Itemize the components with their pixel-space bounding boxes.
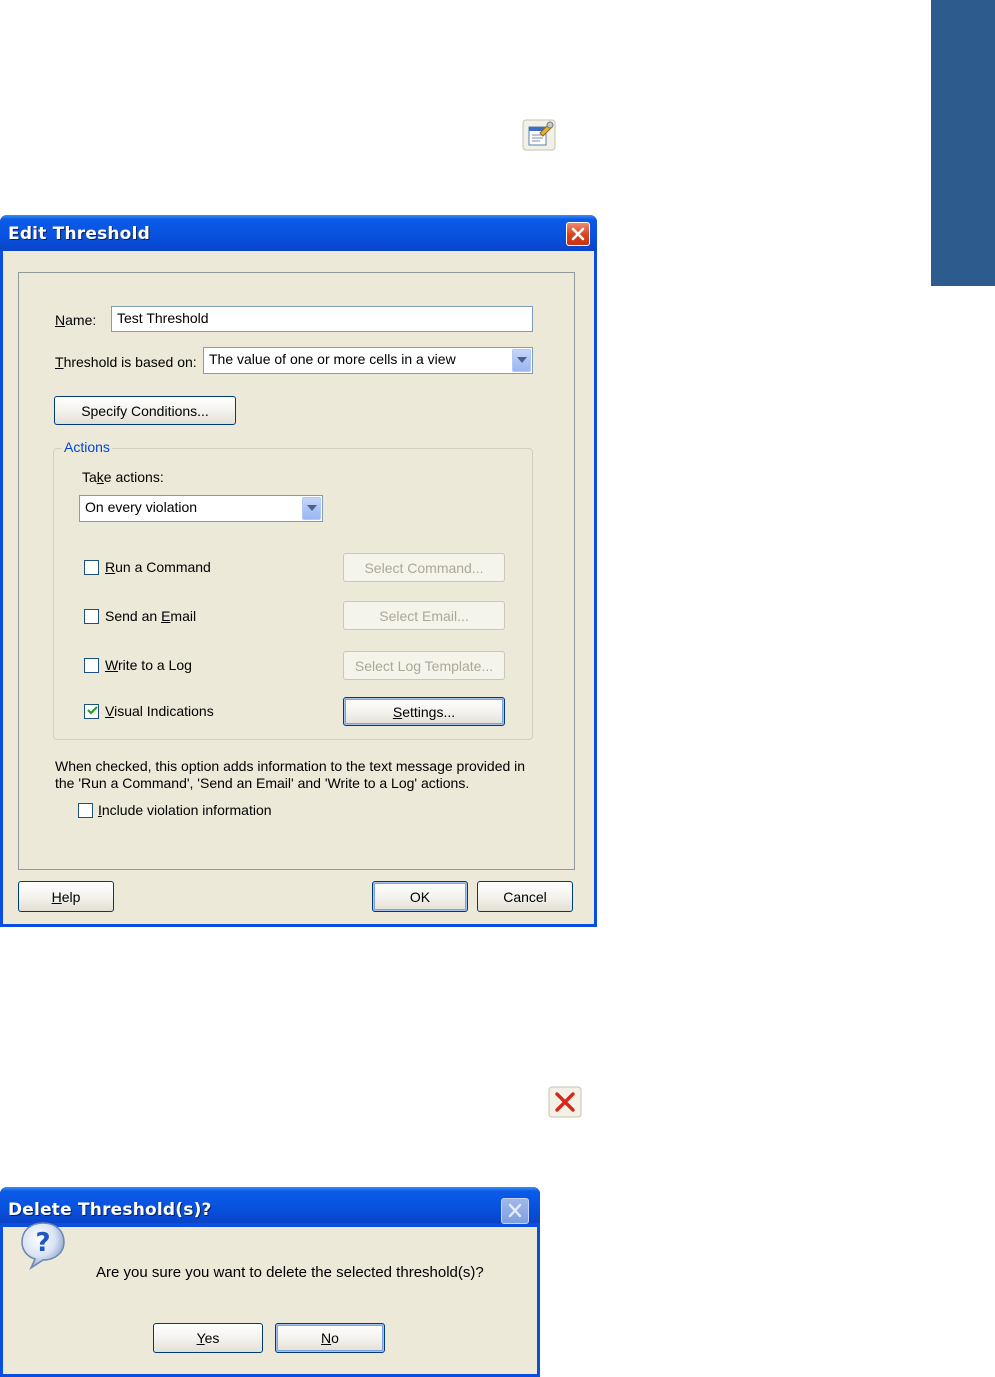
based-on-select[interactable]: The value of one or more cells in a view (203, 347, 533, 374)
name-field[interactable]: Test Threshold (111, 306, 533, 332)
checkmark-icon (87, 706, 98, 715)
select-email-button[interactable]: Select Email... (343, 601, 505, 630)
delete-x-icon (548, 1086, 582, 1118)
send-email-label: Send an Email (105, 608, 197, 624)
include-violation-checkbox[interactable] (78, 803, 93, 818)
take-actions-label: Take actions: (82, 469, 164, 485)
visual-indications-label: Visual Indications (105, 703, 214, 719)
yes-label: Yes (196, 1330, 220, 1346)
delete-threshold-client: Are you sure you want to delete the sele… (3, 1227, 537, 1374)
actions-legend: Actions (62, 439, 112, 455)
select-log-template-label: Select Log Template... (354, 657, 494, 674)
properties-icon (522, 119, 556, 151)
ok-button[interactable]: OK (372, 881, 468, 912)
run-command-label: Run a Command (105, 559, 211, 575)
settings-label: Settings... (392, 703, 456, 720)
question-icon: ? (21, 1222, 65, 1271)
write-log-checkbox[interactable] (84, 658, 99, 673)
edit-threshold-client: Name: Test Threshold Threshold is based … (3, 251, 594, 924)
take-actions-select[interactable]: On every violation (79, 495, 323, 522)
cancel-button[interactable]: Cancel (477, 881, 573, 912)
edit-threshold-title: Edit Threshold (8, 224, 150, 244)
take-actions-value: On every violation (85, 499, 198, 515)
select-log-template-button[interactable]: Select Log Template... (343, 651, 505, 680)
close-button[interactable] (566, 222, 590, 246)
edit-threshold-dialog: Edit Threshold Name: Test Threshold Thre… (0, 215, 597, 927)
close-icon (508, 1203, 522, 1218)
send-email-checkbox[interactable] (84, 609, 99, 624)
close-button[interactable] (501, 1198, 529, 1224)
settings-button[interactable]: Settings... (343, 697, 505, 726)
visual-indications-checkbox[interactable] (84, 704, 99, 719)
chevron-down-icon[interactable] (302, 497, 321, 520)
svg-text:?: ? (35, 1228, 50, 1258)
select-command-label: Select Command... (364, 559, 484, 576)
edit-threshold-titlebar[interactable]: Edit Threshold (0, 215, 597, 251)
no-label: No (321, 1330, 339, 1346)
info-text-line-1: When checked, this option adds informati… (55, 758, 526, 774)
name-label: Name: (55, 312, 97, 328)
close-icon (571, 227, 585, 241)
delete-threshold-dialog: Delete Threshold(s)? Are you sure you wa… (0, 1187, 540, 1377)
write-log-label: Write to a Log (105, 657, 192, 673)
cancel-label: Cancel (503, 888, 547, 905)
delete-threshold-titlebar[interactable]: Delete Threshold(s)? (0, 1187, 540, 1224)
chevron-down-icon[interactable] (512, 349, 531, 372)
yes-button[interactable]: Yes (153, 1323, 263, 1353)
run-command-checkbox[interactable] (84, 560, 99, 575)
help-button[interactable]: Help (18, 881, 114, 912)
delete-threshold-title: Delete Threshold(s)? (8, 1200, 212, 1220)
include-violation-label: Include violation information (98, 802, 272, 818)
help-label: Help (51, 888, 81, 905)
select-command-button[interactable]: Select Command... (343, 553, 505, 582)
based-on-value: The value of one or more cells in a view (209, 351, 456, 367)
based-on-label: Threshold is based on: (55, 354, 197, 370)
ok-label: OK (409, 888, 431, 905)
specify-conditions-button[interactable]: Specify Conditions... (54, 396, 236, 425)
delete-message: Are you sure you want to delete the sele… (96, 1264, 484, 1281)
info-text-line-2: the 'Run a Command', 'Send an Email' and… (55, 775, 470, 791)
side-tab (931, 0, 995, 286)
no-button[interactable]: No (275, 1323, 385, 1353)
specify-conditions-label: Specify Conditions... (81, 402, 209, 419)
select-email-label: Select Email... (379, 607, 469, 624)
